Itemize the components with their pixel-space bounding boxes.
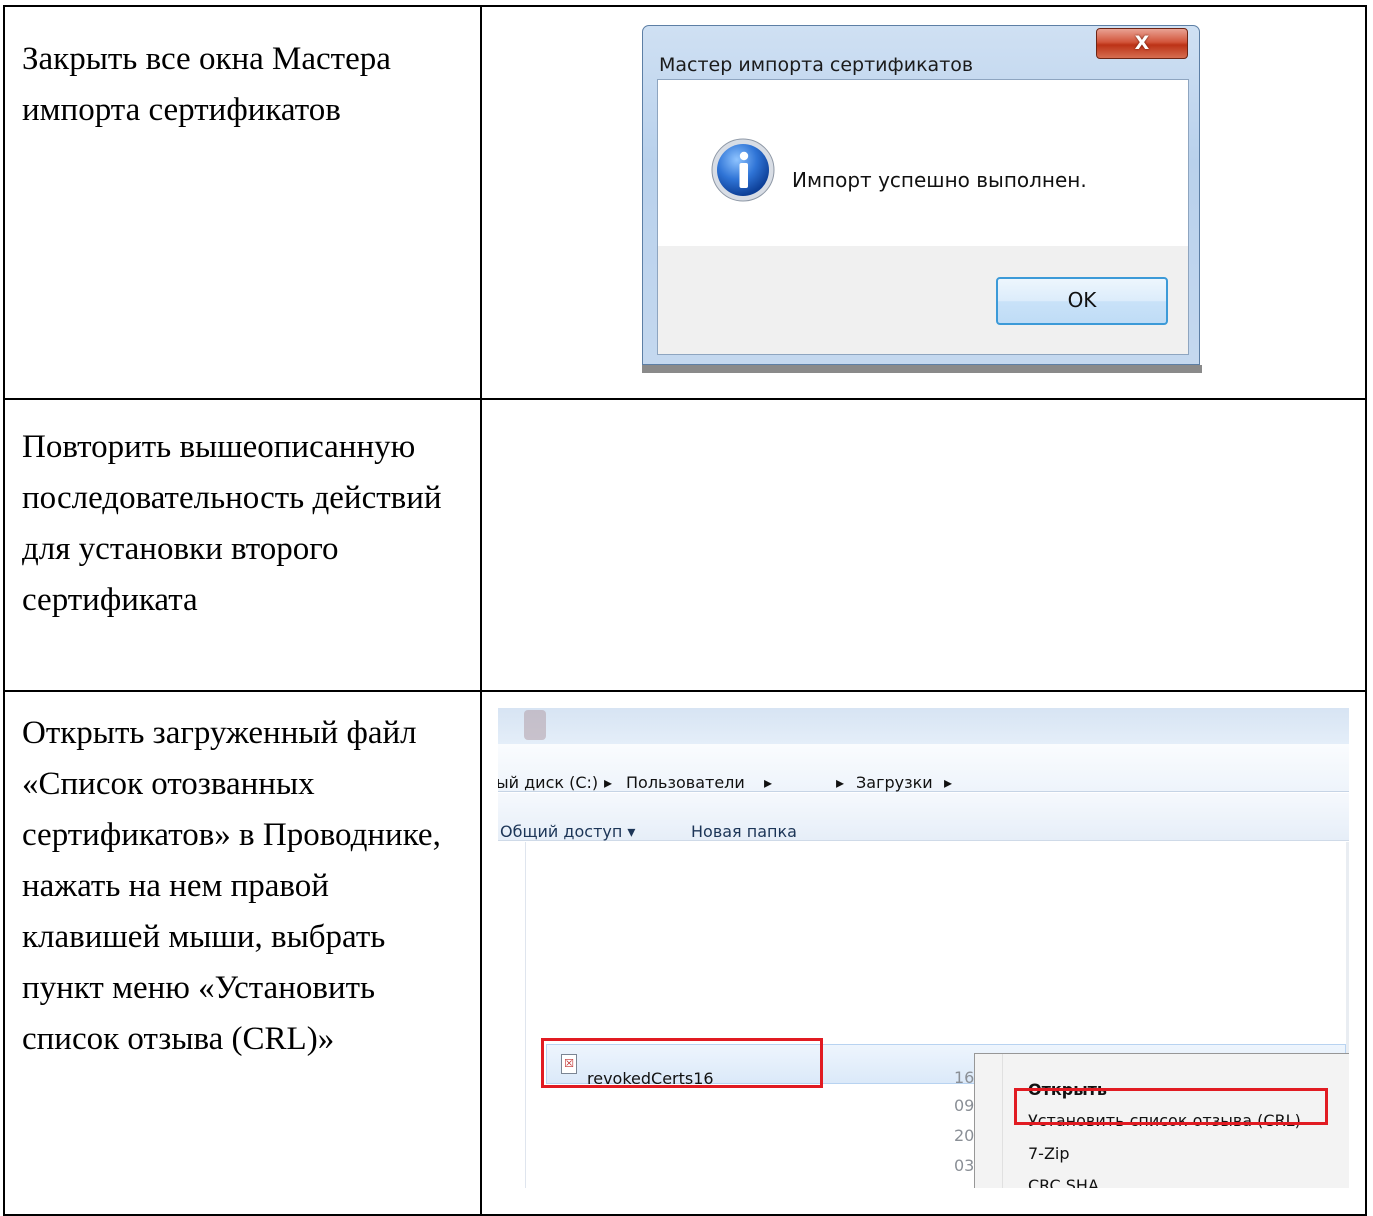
share-button[interactable]: Общий доступ ▾ bbox=[500, 806, 635, 857]
address-bar[interactable]: ый диск (C:) ▸ Пользователи ▸ ▸ Загрузки… bbox=[498, 744, 1349, 792]
dialog-frame: Мастер импорта сертификатов X Импорт усп… bbox=[642, 25, 1200, 365]
menu-highlight-box bbox=[1014, 1088, 1328, 1125]
date-cell: 03 bbox=[954, 1156, 975, 1175]
menu-gutter bbox=[1002, 1054, 1003, 1188]
dialog-shadow bbox=[642, 365, 1202, 373]
menu-item-crc-sha[interactable]: CRC SHA bbox=[1028, 1160, 1099, 1188]
import-success-dialog: Мастер импорта сертификатов X Импорт усп… bbox=[642, 25, 1202, 373]
message-area: Импорт успешно выполнен. bbox=[658, 80, 1188, 246]
instruction-text: Закрыть все окна Мастера импорта сертифи… bbox=[3, 5, 482, 400]
new-folder-button[interactable]: Новая папка bbox=[691, 806, 797, 857]
dialog-message: Импорт успешно выполнен. bbox=[792, 168, 1087, 192]
instruction-text: Повторить вышеописанную последовательнос… bbox=[3, 398, 482, 692]
navigation-pane-divider bbox=[525, 842, 526, 1188]
dialog-body: Импорт успешно выполнен. OK bbox=[657, 79, 1189, 355]
ok-button[interactable]: OK bbox=[996, 277, 1168, 325]
blurred-icon bbox=[524, 710, 546, 740]
explorer-titlebar bbox=[498, 708, 1349, 744]
share-label: Общий доступ bbox=[500, 822, 623, 841]
dropdown-arrow-icon: ▾ bbox=[627, 822, 636, 841]
table-row: Повторить вышеописанную последовательнос… bbox=[3, 398, 1367, 692]
close-button[interactable]: X bbox=[1096, 28, 1188, 59]
explorer-toolbar: Общий доступ ▾ Новая папка bbox=[498, 793, 1349, 841]
instructions-table: Закрыть все окна Мастера импорта сертифи… bbox=[3, 5, 1367, 1216]
table-row: Открыть загруженный файл «Список отозван… bbox=[3, 690, 1367, 1216]
explorer-window: ый диск (C:) ▸ Пользователи ▸ ▸ Загрузки… bbox=[498, 708, 1349, 1188]
instruction-text: Открыть загруженный файл «Список отозван… bbox=[3, 690, 482, 1216]
table-row: Закрыть все окна Мастера импорта сертифи… bbox=[3, 5, 1367, 400]
empty-cell bbox=[480, 398, 1367, 692]
file-highlight-box bbox=[541, 1038, 823, 1088]
info-icon bbox=[711, 138, 775, 202]
screenshot-cell: Мастер импорта сертификатов X Импорт усп… bbox=[480, 5, 1367, 400]
screenshot-cell: ый диск (C:) ▸ Пользователи ▸ ▸ Загрузки… bbox=[480, 690, 1367, 1216]
